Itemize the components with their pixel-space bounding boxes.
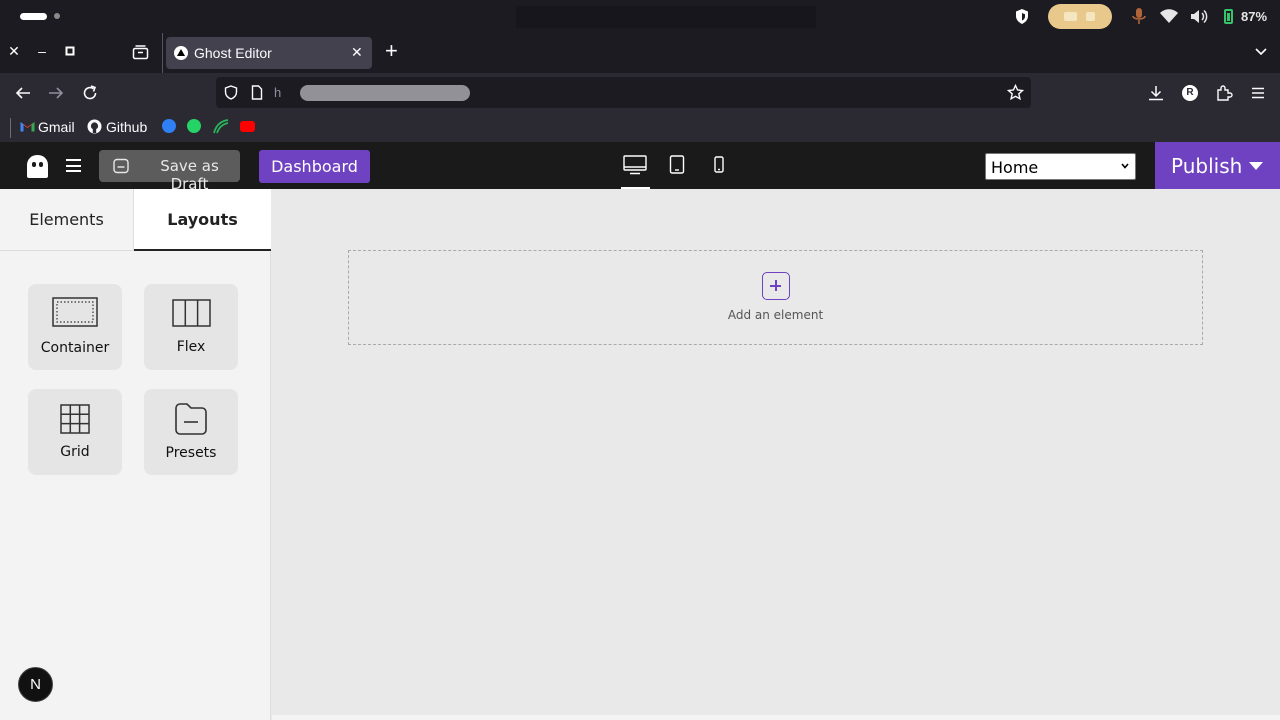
canvas-bottom-edge <box>272 715 1280 720</box>
os-status-bar: 87% <box>0 0 1280 33</box>
save-draft-button[interactable]: Save as Draft <box>99 150 240 193</box>
tab-separator <box>162 33 163 73</box>
back-arrow-icon[interactable] <box>14 84 32 102</box>
extensions-icon[interactable] <box>1215 84 1233 102</box>
volume-icon[interactable] <box>1190 8 1208 25</box>
layout-container-card[interactable]: Container <box>28 284 122 370</box>
shield-icon[interactable] <box>1015 9 1029 24</box>
element-dropzone[interactable]: Add an element <box>348 250 1203 345</box>
whatsapp-icon[interactable] <box>187 119 201 133</box>
microphone-icon[interactable] <box>1131 8 1147 25</box>
workspace-indicator[interactable] <box>20 13 47 20</box>
page-info-icon[interactable] <box>251 85 263 100</box>
bookmark-github[interactable]: Github <box>106 119 147 135</box>
workspace-dot[interactable] <box>54 13 60 19</box>
browser-nav-bar: h R <box>0 73 1280 113</box>
layout-grid-card[interactable]: Grid <box>28 389 122 475</box>
flex-icon <box>172 299 211 327</box>
screen-cast-indicator[interactable] <box>1048 4 1112 29</box>
mobile-view-icon[interactable] <box>707 155 731 175</box>
url-bar[interactable]: h <box>216 77 1031 108</box>
layout-container-label: Container <box>40 340 110 356</box>
tracking-protection-icon[interactable] <box>224 85 238 100</box>
page-select[interactable]: Home <box>985 153 1136 180</box>
reload-icon[interactable] <box>81 84 99 102</box>
dashboard-button[interactable]: Dashboard <box>259 150 370 183</box>
add-element-label: Add an element <box>727 308 824 322</box>
tab-close-icon[interactable]: ✕ <box>351 44 363 61</box>
chevron-down-icon <box>1121 163 1129 169</box>
desktop-view-icon[interactable] <box>623 155 647 175</box>
publish-dropdown-icon <box>1249 162 1263 170</box>
grid-icon <box>60 404 90 434</box>
close-window-icon[interactable]: ✕ <box>6 43 22 59</box>
account-avatar[interactable]: R <box>1182 85 1198 101</box>
container-icon <box>52 297 98 327</box>
tablet-view-icon[interactable] <box>665 155 689 175</box>
tab-favicon-icon <box>174 46 188 60</box>
editor-canvas[interactable]: Add an element <box>272 189 1280 715</box>
tab-layouts-label: Layouts <box>167 210 238 229</box>
url-redacted <box>300 85 470 101</box>
battery-percent: 87% <box>1241 9 1268 24</box>
new-tab-icon[interactable]: + <box>385 40 398 62</box>
download-icon[interactable] <box>1147 84 1165 102</box>
stop-icon <box>1086 12 1095 21</box>
tab-layouts[interactable]: Layouts <box>134 189 271 251</box>
layout-flex-card[interactable]: Flex <box>144 284 238 370</box>
page-select-value: Home <box>991 158 1039 177</box>
browser-tab[interactable]: Ghost Editor ✕ <box>166 37 372 69</box>
publish-button[interactable]: Publish <box>1155 142 1280 189</box>
browser-tab-strip: ✕ – Ghost Editor ✕ + <box>0 33 1280 73</box>
framework-badge[interactable]: N <box>18 667 53 702</box>
url-text: h <box>274 85 282 100</box>
ghost-logo-icon[interactable] <box>27 155 48 178</box>
os-bar-redacted <box>516 6 816 28</box>
draft-file-icon <box>113 158 129 174</box>
bookmarks-separator <box>10 118 11 138</box>
youtube-icon[interactable] <box>240 121 255 132</box>
maximize-window-icon[interactable] <box>62 43 78 59</box>
layout-presets-card[interactable]: Presets <box>144 389 238 475</box>
minimize-window-icon[interactable]: – <box>34 43 50 59</box>
wifi-icon[interactable] <box>1160 9 1178 24</box>
gmail-icon <box>20 122 35 132</box>
menu-icon[interactable] <box>1249 84 1267 102</box>
layout-grid-label: Grid <box>60 444 90 460</box>
tab-title: Ghost Editor <box>194 45 272 61</box>
bookmarks-bar: Gmail Github <box>0 113 1280 142</box>
editor-toolbar: Save as Draft Dashboard Home Publish <box>0 142 1280 193</box>
publish-label: Publish <box>1171 154 1243 178</box>
add-element-icon[interactable] <box>762 272 790 300</box>
layout-presets-label: Presets <box>165 445 217 461</box>
messenger-icon[interactable] <box>162 119 176 133</box>
tab-overview-icon[interactable] <box>132 44 149 60</box>
forward-arrow-icon[interactable] <box>47 84 65 102</box>
bookmark-app-icon[interactable] <box>213 119 229 134</box>
tab-elements[interactable]: Elements <box>0 189 134 251</box>
left-sidebar: Elements Layouts Container Flex Grid Pre… <box>0 189 271 720</box>
screen-share-icon <box>1064 12 1077 21</box>
presets-icon <box>175 403 207 435</box>
chevron-down-icon[interactable] <box>1253 43 1269 59</box>
layout-flex-label: Flex <box>176 339 206 355</box>
battery-icon[interactable] <box>1224 9 1233 24</box>
tab-elements-label: Elements <box>29 210 104 229</box>
bookmark-gmail[interactable]: Gmail <box>38 119 75 135</box>
bookmark-star-icon[interactable] <box>1007 84 1024 101</box>
github-icon <box>87 119 102 134</box>
save-draft-label: Save as Draft <box>160 157 219 193</box>
hamburger-menu-icon[interactable] <box>66 159 81 172</box>
